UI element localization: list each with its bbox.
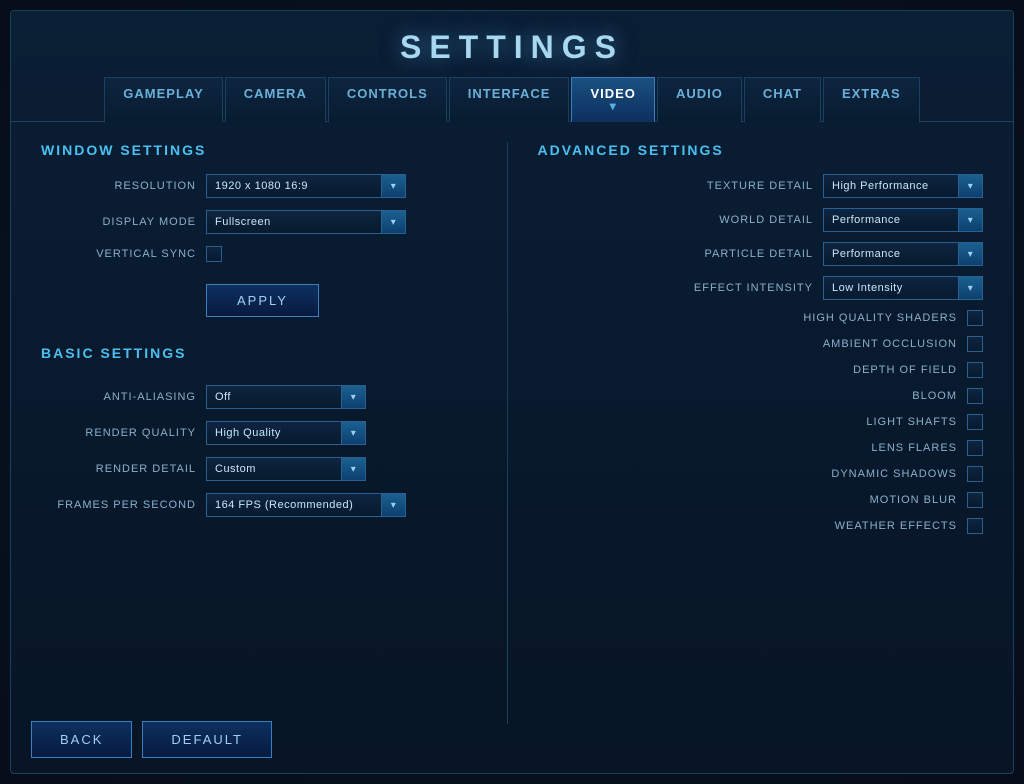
resolution-row: RESOLUTION 1920 x 1080 16:9 ▾ xyxy=(41,174,487,198)
weather-effects-label: WEATHER EFFECTS xyxy=(835,520,957,532)
anti-aliasing-dropdown-arrow: ▾ xyxy=(341,386,365,408)
hq-shaders-label: HIGH QUALITY SHADERS xyxy=(803,312,957,324)
tab-audio[interactable]: AUDIO xyxy=(657,77,742,122)
world-detail-row: WORLD DETAIL Performance ▾ xyxy=(538,208,984,232)
left-column: WINDOW SETTINGS RESOLUTION 1920 x 1080 1… xyxy=(41,142,508,724)
bloom-label: BLOOM xyxy=(912,390,957,402)
depth-of-field-label: DEPTH OF FIELD xyxy=(853,364,957,376)
bottom-bar: BACK DEFAULT xyxy=(31,721,272,758)
hq-shaders-checkbox[interactable] xyxy=(967,310,983,326)
motion-blur-checkbox[interactable] xyxy=(967,492,983,508)
anti-aliasing-row: ANTI-ALIASING Off ▾ xyxy=(41,385,487,409)
effect-intensity-label: EFFECT INTENSITY xyxy=(694,282,813,294)
render-detail-dropdown-arrow: ▾ xyxy=(341,458,365,480)
fps-row: FRAMES PER SECOND 164 FPS (Recommended) … xyxy=(41,493,487,517)
tab-gameplay[interactable]: GAMEPLAY xyxy=(104,77,222,122)
ambient-occlusion-label: AMBIENT OCCLUSION xyxy=(823,338,957,350)
vsync-row: VERTICAL SYNC xyxy=(41,246,487,262)
light-shafts-row: LIGHT SHAFTS xyxy=(538,414,984,430)
anti-aliasing-label: ANTI-ALIASING xyxy=(41,391,196,403)
render-quality-row: RENDER QUALITY High Quality ▾ xyxy=(41,421,487,445)
depth-of-field-checkbox[interactable] xyxy=(967,362,983,378)
fps-dropdown-arrow: ▾ xyxy=(381,494,405,516)
tab-video[interactable]: VIDEO xyxy=(571,77,654,122)
tab-extras[interactable]: EXTRAS xyxy=(823,77,920,122)
world-detail-dropdown[interactable]: Performance ▾ xyxy=(823,208,983,232)
particle-detail-row: PARTICLE DETAIL Performance ▾ xyxy=(538,242,984,266)
fps-dropdown[interactable]: 164 FPS (Recommended) ▾ xyxy=(206,493,406,517)
dynamic-shadows-row: DYNAMIC SHADOWS xyxy=(538,466,984,482)
tab-camera[interactable]: CAMERA xyxy=(225,77,326,122)
lens-flares-checkbox[interactable] xyxy=(967,440,983,456)
right-column: ADVANCED SETTINGS TEXTURE DETAIL High Pe… xyxy=(508,142,984,724)
render-quality-label: RENDER QUALITY xyxy=(41,427,196,439)
vsync-checkbox[interactable] xyxy=(206,246,222,262)
dynamic-shadows-checkbox[interactable] xyxy=(967,466,983,482)
hq-shaders-row: HIGH QUALITY SHADERS xyxy=(538,310,984,326)
effect-intensity-dropdown[interactable]: Low Intensity ▾ xyxy=(823,276,983,300)
anti-aliasing-dropdown[interactable]: Off ▾ xyxy=(206,385,366,409)
particle-detail-dropdown[interactable]: Performance ▾ xyxy=(823,242,983,266)
advanced-settings-title: ADVANCED SETTINGS xyxy=(538,142,984,158)
resolution-dropdown[interactable]: 1920 x 1080 16:9 ▾ xyxy=(206,174,406,198)
texture-detail-row: TEXTURE DETAIL High Performance ▾ xyxy=(538,174,984,198)
tab-controls[interactable]: CONTROLS xyxy=(328,77,447,122)
bloom-row: BLOOM xyxy=(538,388,984,404)
lens-flares-row: LENS FLARES xyxy=(538,440,984,456)
tab-chat[interactable]: CHAT xyxy=(744,77,821,122)
basic-settings-title: BASIC SETTINGS xyxy=(41,345,487,361)
world-detail-dropdown-arrow: ▾ xyxy=(958,209,982,231)
weather-effects-row: WEATHER EFFECTS xyxy=(538,518,984,534)
resolution-dropdown-arrow: ▾ xyxy=(381,175,405,197)
light-shafts-label: LIGHT SHAFTS xyxy=(866,416,957,428)
effect-intensity-dropdown-arrow: ▾ xyxy=(958,277,982,299)
window-settings-title: WINDOW SETTINGS xyxy=(41,142,487,158)
particle-detail-dropdown-arrow: ▾ xyxy=(958,243,982,265)
ambient-occlusion-row: AMBIENT OCCLUSION xyxy=(538,336,984,352)
back-button[interactable]: BACK xyxy=(31,721,132,758)
fps-label: FRAMES PER SECOND xyxy=(41,499,196,511)
page-title: SETTINGS xyxy=(11,11,1013,76)
display-mode-dropdown-arrow: ▾ xyxy=(381,211,405,233)
apply-button[interactable]: APPLY xyxy=(206,284,319,317)
weather-effects-checkbox[interactable] xyxy=(967,518,983,534)
world-detail-label: WORLD DETAIL xyxy=(719,214,813,226)
depth-of-field-row: DEPTH OF FIELD xyxy=(538,362,984,378)
render-quality-dropdown-arrow: ▾ xyxy=(341,422,365,444)
motion-blur-label: MOTION BLUR xyxy=(870,494,957,506)
render-detail-dropdown[interactable]: Custom ▾ xyxy=(206,457,366,481)
render-detail-row: RENDER DETAIL Custom ▾ xyxy=(41,457,487,481)
content-area: WINDOW SETTINGS RESOLUTION 1920 x 1080 1… xyxy=(11,122,1013,744)
light-shafts-checkbox[interactable] xyxy=(967,414,983,430)
display-mode-dropdown[interactable]: Fullscreen ▾ xyxy=(206,210,406,234)
texture-detail-dropdown-arrow: ▾ xyxy=(958,175,982,197)
ambient-occlusion-checkbox[interactable] xyxy=(967,336,983,352)
tab-interface[interactable]: INTERFACE xyxy=(449,77,570,122)
bloom-checkbox[interactable] xyxy=(967,388,983,404)
display-mode-row: DISPLAY MODE Fullscreen ▾ xyxy=(41,210,487,234)
render-quality-dropdown[interactable]: High Quality ▾ xyxy=(206,421,366,445)
lens-flares-label: LENS FLARES xyxy=(871,442,957,454)
tabs-bar: GAMEPLAY CAMERA CONTROLS INTERFACE VIDEO… xyxy=(11,76,1013,122)
display-mode-label: DISPLAY MODE xyxy=(41,216,196,228)
texture-detail-label: TEXTURE DETAIL xyxy=(707,180,813,192)
vsync-label: VERTICAL SYNC xyxy=(41,248,196,260)
effect-intensity-row: EFFECT INTENSITY Low Intensity ▾ xyxy=(538,276,984,300)
resolution-label: RESOLUTION xyxy=(41,180,196,192)
default-button[interactable]: DEFAULT xyxy=(142,721,272,758)
motion-blur-row: MOTION BLUR xyxy=(538,492,984,508)
particle-detail-label: PARTICLE DETAIL xyxy=(704,248,813,260)
dynamic-shadows-label: DYNAMIC SHADOWS xyxy=(831,468,957,480)
texture-detail-dropdown[interactable]: High Performance ▾ xyxy=(823,174,983,198)
render-detail-label: RENDER DETAIL xyxy=(41,463,196,475)
